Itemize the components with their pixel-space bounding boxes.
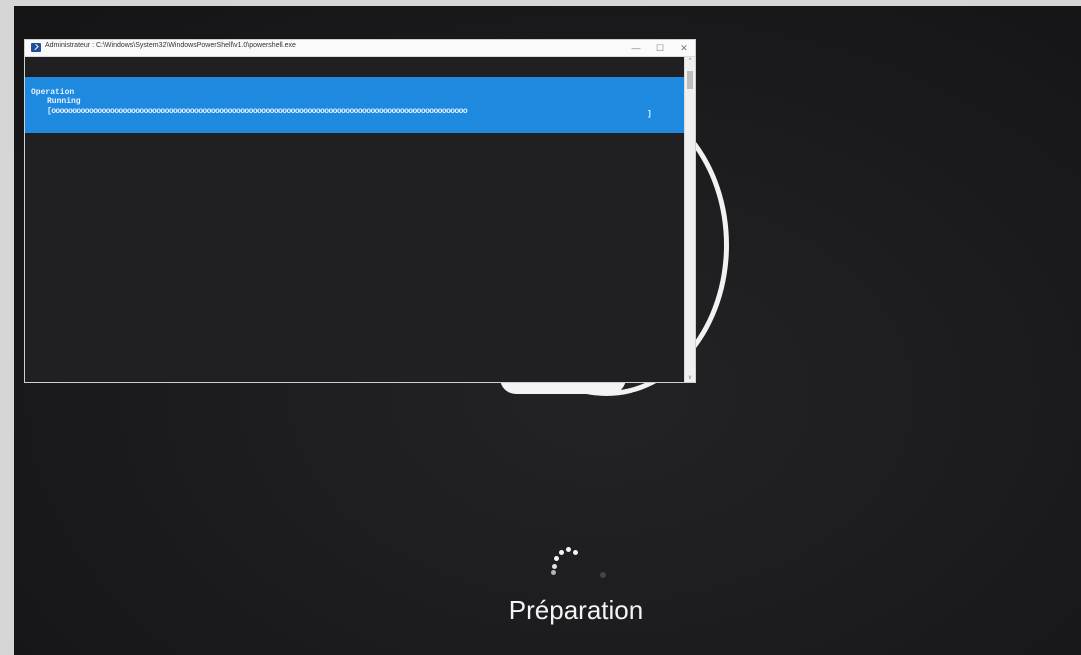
spinner-dot xyxy=(566,547,571,552)
spinner-dot xyxy=(559,550,564,555)
spinner-dot xyxy=(552,564,557,569)
running-label: Running xyxy=(47,97,81,106)
spinner-dot xyxy=(551,570,556,575)
progress-panel: Operation Running [ooooooooooooooooooooo… xyxy=(25,77,685,133)
close-button[interactable]: ✕ xyxy=(673,41,695,55)
scroll-down-icon[interactable]: v xyxy=(685,375,695,381)
scroll-thumb[interactable] xyxy=(687,71,693,89)
minimize-button[interactable]: — xyxy=(625,41,647,55)
window-titlebar[interactable]: Administrateur : C:\Windows\System32\Win… xyxy=(25,40,695,57)
window-title: Administrateur : C:\Windows\System32\Win… xyxy=(45,42,296,49)
spinner-dot xyxy=(573,550,578,555)
scroll-up-icon[interactable]: ^ xyxy=(685,58,695,64)
progress-bar-text: [ooooooooooooooooooooooooooooooooooooooo… xyxy=(47,107,468,116)
progress-bar-end: ] xyxy=(647,110,652,119)
spinner-dot xyxy=(600,572,606,578)
maximize-button[interactable]: ☐ xyxy=(649,41,671,55)
powershell-icon xyxy=(31,43,41,52)
setup-status-text: Préparation xyxy=(508,595,644,625)
loading-spinner-icon xyxy=(546,542,606,582)
console-area[interactable]: Operation Running [ooooooooooooooooooooo… xyxy=(25,57,685,382)
operation-label: Operation xyxy=(31,88,75,97)
photo-frame: Préparation Administrateur : C:\Windows\… xyxy=(0,0,1081,655)
spinner-dot xyxy=(554,556,559,561)
powershell-window[interactable]: Administrateur : C:\Windows\System32\Win… xyxy=(24,39,696,383)
vertical-scrollbar[interactable]: ^ v xyxy=(684,57,695,382)
